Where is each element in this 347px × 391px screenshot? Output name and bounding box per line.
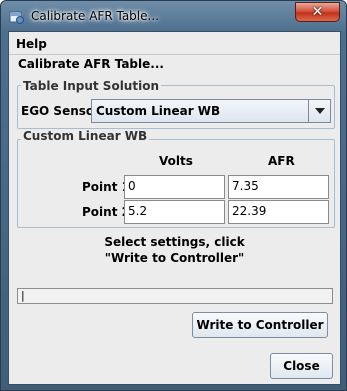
menu-separator xyxy=(9,54,340,55)
menu-help[interactable]: Help xyxy=(16,37,47,51)
ego-sensor-value: Custom Linear WB xyxy=(96,104,221,118)
chevron-down-icon[interactable] xyxy=(308,100,330,122)
afr-column-header: AFR xyxy=(268,154,295,168)
point1-label: Point 1 xyxy=(82,180,130,194)
ego-sensor-label: EGO Sensor xyxy=(21,104,101,118)
ego-sensor-select[interactable]: Custom Linear WB xyxy=(91,99,331,123)
dialog-content: Help Calibrate AFR Table... Table Input … xyxy=(8,31,341,385)
point2-volts-input[interactable]: 5.2 xyxy=(124,200,225,224)
point2-afr-input[interactable]: 22.39 xyxy=(228,200,329,224)
write-to-controller-button[interactable]: Write to Controller xyxy=(192,312,328,338)
point2-label: Point 2 xyxy=(82,205,130,219)
point1-afr-input[interactable]: 7.35 xyxy=(228,175,329,199)
menu-bar: Help xyxy=(9,32,340,54)
status-message-line1: Select settings, click xyxy=(104,235,245,249)
dialog-window: Calibrate AFR Table... ✕ Help Calibrate … xyxy=(0,0,347,391)
section-title: Calibrate AFR Table... xyxy=(18,57,164,71)
close-button[interactable]: Close xyxy=(270,353,333,379)
point1-volts-input[interactable]: 0 xyxy=(124,175,225,199)
point1-afr-value: 7.35 xyxy=(232,179,259,193)
custom-linear-wb-legend: Custom Linear WB xyxy=(21,129,150,143)
status-message-line2: "Write to Controller" xyxy=(104,251,245,265)
point2-afr-value: 22.39 xyxy=(232,204,267,218)
table-input-legend: Table Input Solution xyxy=(21,79,161,93)
window-close-button[interactable]: ✕ xyxy=(295,2,340,22)
progress-cursor: | xyxy=(21,289,25,302)
window-title: Calibrate AFR Table... xyxy=(31,9,159,23)
title-bar[interactable]: Calibrate AFR Table... ✕ xyxy=(1,1,346,31)
point1-volts-value: 0 xyxy=(128,179,136,193)
app-icon xyxy=(9,9,25,25)
volts-column-header: Volts xyxy=(159,154,193,168)
close-icon: ✕ xyxy=(311,4,324,20)
progress-bar: | xyxy=(17,288,333,304)
point2-volts-value: 5.2 xyxy=(128,204,148,218)
